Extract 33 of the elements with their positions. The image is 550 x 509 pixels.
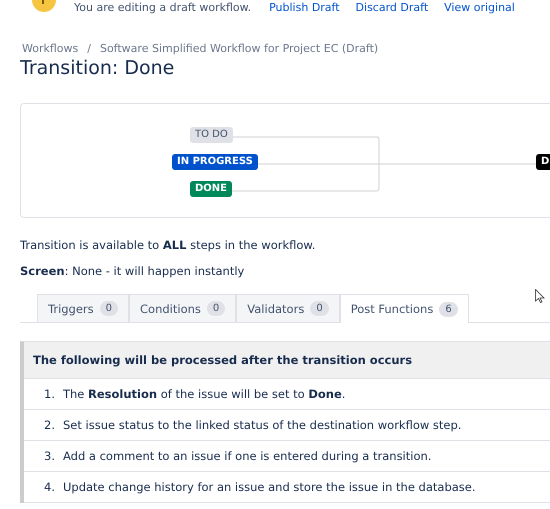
breadcrumb-link[interactable]: Workflows: [22, 42, 78, 55]
item-text: Set issue status to the linked status of the destination workflow step.: [62, 417, 462, 433]
status-lozenge: IN PROGRESS: [172, 154, 258, 170]
item-number: 4.: [44, 479, 55, 495]
breadcrumb-link[interactable]: Software Simplified Workflow for Project EC (Draft): [100, 42, 378, 55]
panel-heading: The following will be processed after the transition occurs: [24, 342, 550, 379]
count-badge: 0: [310, 301, 329, 316]
status-lozenge: D: [536, 154, 550, 170]
count-badge: 0: [100, 301, 118, 316]
item-number: 2.: [44, 417, 55, 433]
cursor-icon: [535, 289, 545, 303]
banner-link[interactable]: Discard Draft: [356, 0, 428, 14]
item-text: Add a comment to an issue if one is entered during a transition.: [62, 448, 432, 464]
banner-link[interactable]: Publish Draft: [269, 0, 340, 14]
page-title: Transition: Done: [20, 57, 176, 79]
availability-text: Transition is available to ALL steps in the workflow.: [20, 238, 316, 252]
tab[interactable]: Validators 0: [236, 294, 340, 322]
item-number: 1.: [44, 386, 55, 402]
banner-link[interactable]: View original: [444, 0, 515, 14]
item-text: The Resolution of the issue will be set to Done.: [62, 386, 346, 402]
banner-message: You are editing a draft workflow.: [74, 0, 252, 14]
item-number: 3.: [44, 448, 55, 464]
count-badge: 0: [206, 301, 226, 316]
breadcrumb-separator: /: [87, 42, 91, 55]
count-badge: 6: [439, 302, 458, 316]
item-text: Update change history for an issue and store the issue in the database.: [62, 479, 476, 495]
status-lozenge: TO DO: [190, 127, 233, 143]
warning-icon: [32, 0, 56, 14]
screen-text: Screen: None - it will happen instantly: [20, 264, 246, 278]
tab[interactable]: Conditions 0: [129, 294, 236, 322]
status-lozenge: DONE: [190, 181, 232, 197]
tab[interactable]: Post Functions 6: [340, 294, 469, 323]
tab[interactable]: Triggers 0: [37, 294, 130, 322]
